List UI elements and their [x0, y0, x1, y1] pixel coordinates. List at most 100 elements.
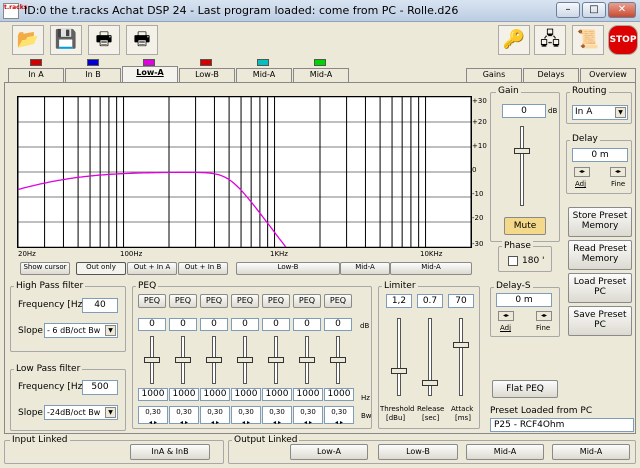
notes-icon[interactable]: 📜 [572, 25, 604, 55]
peq-bw-field[interactable]: 0,30 ◂ ▸ [262, 406, 292, 426]
delay-fine-spinner[interactable]: ◂▸ [610, 167, 626, 177]
network-connect-icon[interactable]: 🖧 [534, 25, 566, 55]
peq-gain-field[interactable]: 0 [169, 318, 197, 331]
peq-bw-field[interactable]: 0,30 ◂ ▸ [138, 406, 168, 426]
peq-bw-spinner[interactable]: ◂ ▸ [273, 419, 281, 426]
peq-bw-field[interactable]: 0,30 ◂ ▸ [200, 406, 230, 426]
peq-band-button[interactable]: PEQ [231, 294, 259, 308]
peq-bw-field[interactable]: 0,30 ◂ ▸ [231, 406, 261, 426]
peq-bw-field[interactable]: 0,30 ◂ ▸ [293, 406, 323, 426]
peq-bw-spinner[interactable]: ◂ ▸ [304, 419, 312, 426]
peq-bw-field[interactable]: 0,30 ◂ ▸ [169, 406, 199, 426]
tab-low-b[interactable]: Low-B [179, 68, 235, 82]
compare-low-b-button[interactable]: Low-B [236, 262, 340, 275]
out-in-b-button[interactable]: Out + In B [178, 262, 228, 275]
peq-band-button[interactable]: PEQ [262, 294, 290, 308]
peq-band-button[interactable]: PEQ [324, 294, 352, 308]
tab-overview[interactable]: Overview [580, 68, 636, 82]
peq-gain-field[interactable]: 0 [231, 318, 259, 331]
delay-s-adj-spinner[interactable]: ◂▸ [498, 311, 514, 321]
delay-field[interactable]: 0 m [572, 148, 628, 162]
lp-frequency-field[interactable]: 500 [82, 380, 118, 395]
save-preset-pc-button[interactable]: Save Preset PC [568, 306, 632, 336]
gain-field[interactable]: 0 [502, 104, 546, 118]
peq-bw-field[interactable]: 0,30 ◂ ▸ [324, 406, 354, 426]
peq-freq-field[interactable]: 1000 [200, 388, 230, 401]
peq-band-button[interactable]: PEQ [293, 294, 321, 308]
threshold-fader-track[interactable] [397, 318, 401, 396]
open-folder-icon[interactable]: 📂 [12, 25, 44, 55]
stop-icon[interactable]: STOP [608, 25, 638, 55]
print-preview-icon[interactable]: 🖶 [126, 25, 158, 55]
compare-mid-a-button[interactable]: Mid-A [340, 262, 390, 275]
peq-fader-knob[interactable] [268, 357, 284, 363]
peq-band-button[interactable]: PEQ [200, 294, 228, 308]
tab-low-a[interactable]: Low-A [122, 66, 178, 83]
out-only-button[interactable]: Out only [76, 262, 126, 275]
chevron-down-icon[interactable]: ▼ [105, 407, 116, 418]
print-icon[interactable]: 🖶 [88, 25, 120, 55]
frequency-response-graph[interactable] [17, 96, 472, 248]
peq-fader-knob[interactable] [206, 357, 222, 363]
peq-bw-spinner[interactable]: ◂ ▸ [149, 419, 157, 426]
peq-fader-knob[interactable] [237, 357, 253, 363]
tab-in-b[interactable]: In B [65, 68, 121, 82]
link-low-b-button[interactable]: Low-B [378, 444, 458, 460]
tab-mid-a[interactable]: Mid-A [236, 68, 292, 82]
peq-fader-knob[interactable] [175, 357, 191, 363]
release-field[interactable]: 0.7 [417, 294, 443, 308]
link-ina-inb-button[interactable]: InA & InB [130, 444, 210, 460]
attack-fader-knob[interactable] [453, 342, 469, 348]
maximize-button[interactable]: □ [582, 2, 606, 18]
show-cursor-button[interactable]: Show cursor [20, 262, 70, 275]
hp-frequency-field[interactable]: 40 [82, 298, 118, 313]
routing-select[interactable]: In A ▼ [572, 105, 628, 120]
link-mid-a-button[interactable]: Mid-A [466, 444, 544, 460]
peq-bw-spinner[interactable]: ◂ ▸ [211, 419, 219, 426]
peq-bw-spinner[interactable]: ◂ ▸ [242, 419, 250, 426]
delay-s-field[interactable]: 0 m [496, 293, 552, 307]
hp-slope-select[interactable]: - 6 dB/oct Bw ▼ [44, 323, 118, 338]
threshold-field[interactable]: 1,2 [386, 294, 412, 308]
save-disk-icon[interactable]: 💾 [50, 25, 82, 55]
peq-bw-spinner[interactable]: ◂ ▸ [180, 419, 188, 426]
compare-mid-a-2-button[interactable]: Mid-A [390, 262, 472, 275]
minimize-button[interactable]: – [556, 2, 580, 18]
store-preset-memory-button[interactable]: Store Preset Memory [568, 207, 632, 237]
peq-freq-field[interactable]: 1000 [324, 388, 354, 401]
out-in-a-button[interactable]: Out + In A [127, 262, 177, 275]
delay-s-fine-spinner[interactable]: ◂▸ [536, 311, 552, 321]
flat-peq-button[interactable]: Flat PEQ [492, 380, 558, 398]
delay-adj-spinner[interactable]: ◂▸ [574, 167, 590, 177]
peq-gain-field[interactable]: 0 [262, 318, 290, 331]
peq-freq-field[interactable]: 1000 [231, 388, 261, 401]
peq-gain-field[interactable]: 0 [324, 318, 352, 331]
peq-freq-field[interactable]: 1000 [169, 388, 199, 401]
read-preset-memory-button[interactable]: Read Preset Memory [568, 240, 632, 270]
peq-freq-field[interactable]: 1000 [262, 388, 292, 401]
link-low-a-button[interactable]: Low-A [290, 444, 368, 460]
peq-gain-field[interactable]: 0 [293, 318, 321, 331]
peq-band-button[interactable]: PEQ [138, 294, 166, 308]
load-preset-pc-button[interactable]: Load Preset PC [568, 273, 632, 303]
peq-freq-field[interactable]: 1000 [138, 388, 168, 401]
chevron-down-icon[interactable]: ▼ [105, 325, 116, 336]
key-icon[interactable]: 🔑 [498, 25, 530, 55]
peq-gain-field[interactable]: 0 [200, 318, 228, 331]
gain-fader-track[interactable] [520, 126, 524, 206]
peq-fader-knob[interactable] [144, 357, 160, 363]
attack-field[interactable]: 70 [448, 294, 474, 308]
tab-delays[interactable]: Delays [523, 68, 579, 82]
phase-checkbox[interactable] [508, 256, 518, 266]
peq-fader-knob[interactable] [299, 357, 315, 363]
gain-fader-knob[interactable] [514, 148, 530, 154]
link-mid-a-2-button[interactable]: Mid-A [552, 444, 630, 460]
close-button[interactable]: ✕ [608, 2, 636, 18]
peq-bw-spinner[interactable]: ◂ ▸ [335, 419, 343, 426]
mute-button[interactable]: Mute [504, 217, 546, 235]
peq-band-button[interactable]: PEQ [169, 294, 197, 308]
release-fader-knob[interactable] [422, 380, 438, 386]
app-icon[interactable]: t.racks [3, 3, 27, 19]
tab-gains[interactable]: Gains [466, 68, 522, 82]
peq-freq-field[interactable]: 1000 [293, 388, 323, 401]
